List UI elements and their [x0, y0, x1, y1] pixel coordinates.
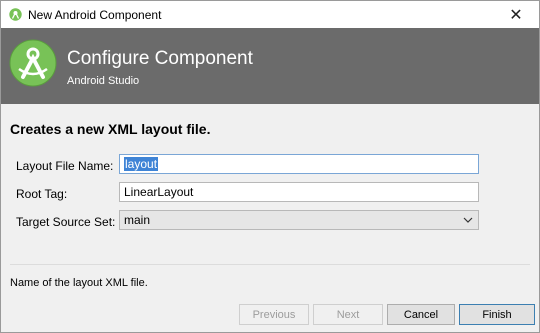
- title-bar: New Android Component ✕: [1, 1, 539, 28]
- target-source-set-label: Target Source Set:: [16, 215, 116, 229]
- layout-file-name-input[interactable]: layout: [119, 154, 479, 174]
- form-content: Creates a new XML layout file. Layout Fi…: [1, 104, 539, 332]
- previous-button[interactable]: Previous: [239, 304, 309, 325]
- cancel-button[interactable]: Cancel: [387, 304, 455, 325]
- root-tag-label: Root Tag:: [16, 187, 68, 201]
- next-button[interactable]: Next: [313, 304, 383, 325]
- chevron-down-icon: [463, 217, 473, 223]
- android-studio-icon: [9, 8, 22, 21]
- target-source-set-select[interactable]: main: [119, 210, 479, 230]
- banner-title: Configure Component: [67, 48, 253, 69]
- header-banner: Configure Component Android Studio: [1, 28, 539, 104]
- android-studio-logo: [9, 39, 57, 87]
- layout-file-name-value: layout: [124, 157, 159, 171]
- target-source-set-value: main: [124, 213, 151, 227]
- hint-text: Name of the layout XML file.: [10, 277, 148, 289]
- close-icon[interactable]: ✕: [493, 1, 539, 28]
- root-tag-input[interactable]: LinearLayout: [119, 182, 479, 202]
- banner-subtitle: Android Studio: [67, 75, 140, 87]
- divider: [10, 264, 530, 265]
- layout-file-name-label: Layout File Name:: [16, 159, 114, 173]
- page-heading: Creates a new XML layout file.: [10, 121, 211, 137]
- dialog-window: New Android Component ✕ Configure Compon…: [0, 0, 540, 333]
- root-tag-value: LinearLayout: [124, 185, 194, 199]
- finish-button[interactable]: Finish: [459, 304, 535, 325]
- window-title: New Android Component: [28, 8, 162, 22]
